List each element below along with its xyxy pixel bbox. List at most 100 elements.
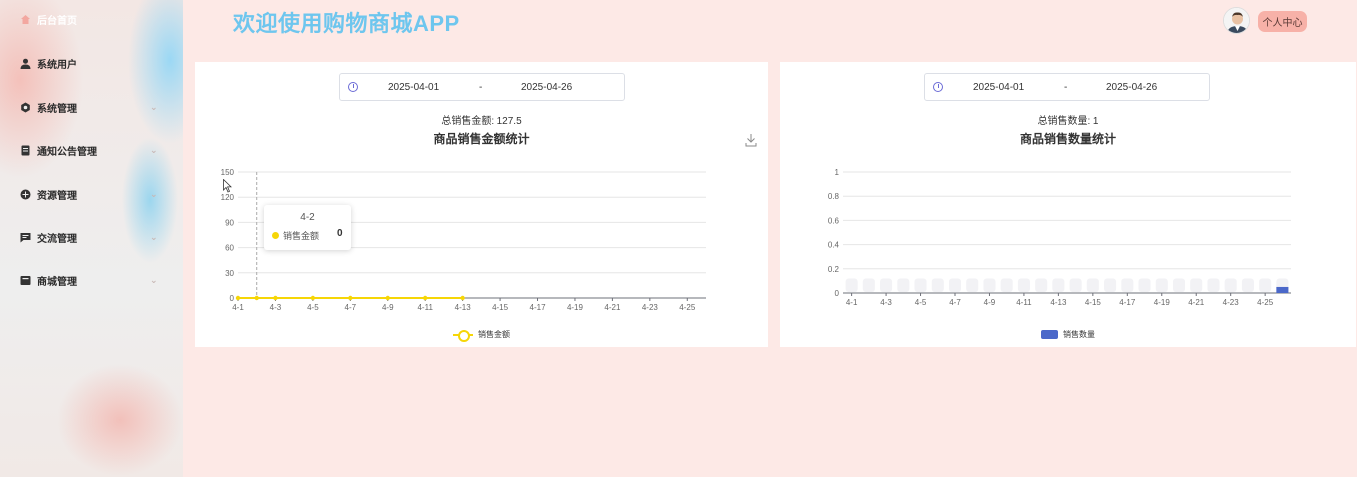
data-point: [273, 295, 278, 301]
chart-tooltip: 4-2 销售金额 0: [264, 205, 351, 250]
x-tick-label: 4-11: [417, 303, 433, 312]
chart-legend[interactable]: 销售数量: [780, 329, 1356, 340]
x-tick-label: 4-3: [880, 298, 892, 307]
bar-background: [897, 278, 910, 292]
resource-icon: [20, 189, 31, 200]
x-tick-label: 4-25: [1257, 298, 1274, 307]
bar-background: [862, 278, 875, 292]
sales-quantity-bar-chart: 0 0.2 0.4 0.6 0.8 1 4-1 4-3 4-5 4-7 4-9 4-11 4-13 4-1…: [828, 168, 1291, 307]
x-tick-label: 4-19: [1154, 298, 1171, 307]
x-tick-label: 4-3: [270, 303, 282, 312]
bar-background: [931, 278, 944, 292]
tooltip-series-name: 销售金额: [283, 231, 320, 241]
bar: [1276, 286, 1289, 293]
sidebar-item-label: 交流管理: [37, 233, 77, 245]
avatar-icon: [1224, 8, 1249, 33]
y-tick-label: 0.6: [828, 216, 840, 225]
bar-background: [966, 278, 979, 292]
notice-icon: [20, 145, 31, 156]
y-tick-label: 60: [225, 244, 234, 253]
bar-background: [845, 278, 858, 292]
legend-bar-marker: [1041, 330, 1058, 339]
y-tick-label: 0: [835, 289, 840, 298]
sidebar-item-users[interactable]: 系统用户: [20, 53, 77, 73]
x-tick-label: 4-13: [455, 303, 472, 312]
tooltip-value: 0: [337, 228, 343, 239]
sidebar-item-label: 资源管理: [37, 190, 77, 202]
x-tick-label: 4-11: [1016, 298, 1032, 307]
bar-background: [1207, 278, 1220, 292]
bar-background: [1172, 278, 1186, 292]
sales-amount-panel: 2025-04-01 - 2025-04-26 总销售金额: 127.5 商品销…: [195, 62, 768, 347]
x-tick-label: 4-7: [345, 303, 357, 312]
sidebar-item-label: 通知公告管理: [37, 146, 97, 158]
bar-background: [880, 278, 893, 292]
sidebar: 后台首页 系统用户 系统管理 ⌄ 通知公告管理 ⌄ 资源管理 ⌄ 交流管理 ⌄: [0, 0, 183, 477]
mouse-cursor-icon: [223, 179, 232, 193]
profile-center-button[interactable]: 个人中心: [1258, 11, 1307, 32]
home-icon: [20, 14, 31, 25]
y-tick-label: 0.8: [828, 192, 840, 201]
y-tick-label: 0: [230, 294, 235, 303]
y-tick-label: 1: [835, 168, 840, 177]
x-tick-label: 4-21: [1188, 298, 1205, 307]
legend-label: 销售金额: [478, 330, 510, 339]
chevron-down-icon: ⌄: [150, 274, 158, 285]
sidebar-item-chat[interactable]: 交流管理 ⌄: [20, 227, 158, 247]
tooltip-category: 4-2: [300, 212, 315, 223]
x-tick-label: 4-5: [307, 303, 319, 312]
bar-background: [1069, 278, 1082, 292]
sidebar-item-system[interactable]: 系统管理 ⌄: [20, 97, 158, 117]
bar-background: [1138, 278, 1151, 292]
gear-icon: [20, 102, 31, 113]
sidebar-item-label: 后台首页: [37, 15, 77, 27]
data-point: [423, 295, 428, 301]
bar-background: [1155, 278, 1168, 292]
sidebar-item-notice[interactable]: 通知公告管理 ⌄: [20, 140, 158, 160]
bar-background: [1104, 278, 1117, 292]
x-tick-label: 4-17: [1119, 298, 1136, 307]
y-tick-label: 150: [221, 168, 235, 177]
bar-background: [914, 278, 927, 292]
x-tick-label: 4-23: [1223, 298, 1240, 307]
x-tick-label: 4-15: [1085, 298, 1102, 307]
x-tick-label: 4-13: [1050, 298, 1067, 307]
data-point: [310, 295, 316, 301]
bar-background: [1086, 278, 1099, 292]
y-tick-label: 0.2: [828, 265, 840, 274]
sidebar-item-shop[interactable]: 商城管理 ⌄: [20, 270, 158, 290]
x-tick-label: 4-9: [984, 298, 996, 307]
y-tick-label: 0.4: [828, 241, 840, 250]
x-tick-label: 4-9: [382, 303, 394, 312]
bar-background: [1259, 278, 1272, 292]
sidebar-item-label: 系统用户: [37, 59, 77, 71]
data-point: [385, 295, 390, 301]
avatar[interactable]: [1223, 7, 1250, 34]
chart-legend[interactable]: 销售金额: [195, 329, 768, 342]
chevron-down-icon: ⌄: [150, 231, 158, 242]
x-tick-label: 4-23: [642, 303, 659, 312]
x-tick-label: 4-1: [232, 303, 244, 312]
data-point: [348, 295, 353, 301]
bar-background: [1017, 278, 1030, 292]
page-title: 欢迎使用购物商城APP: [233, 11, 460, 36]
bar-background: [1121, 278, 1134, 292]
legend-line-marker: [453, 329, 473, 342]
x-tick-label: 4-1: [846, 298, 858, 307]
bar-background: [1224, 278, 1237, 292]
x-tick-label: 4-7: [949, 298, 961, 307]
y-tick-label: 30: [225, 269, 234, 278]
sidebar-item-home[interactable]: 后台首页: [20, 9, 77, 29]
chat-icon: [20, 232, 31, 243]
bar-background: [1190, 278, 1203, 292]
sales-quantity-panel: 2025-04-01 - 2025-04-26 总销售数量: 1 商品销售数量统…: [780, 62, 1356, 347]
bar-background: [1052, 278, 1065, 292]
chevron-down-icon: ⌄: [150, 144, 158, 155]
bar-background: [1035, 278, 1048, 292]
legend-label: 销售数量: [1063, 330, 1095, 339]
bar-background: [1000, 278, 1013, 292]
sidebar-item-resource[interactable]: 资源管理 ⌄: [20, 184, 158, 204]
user-icon: [20, 58, 31, 69]
data-point: [460, 295, 465, 301]
x-tick-label: 4-5: [915, 298, 927, 307]
